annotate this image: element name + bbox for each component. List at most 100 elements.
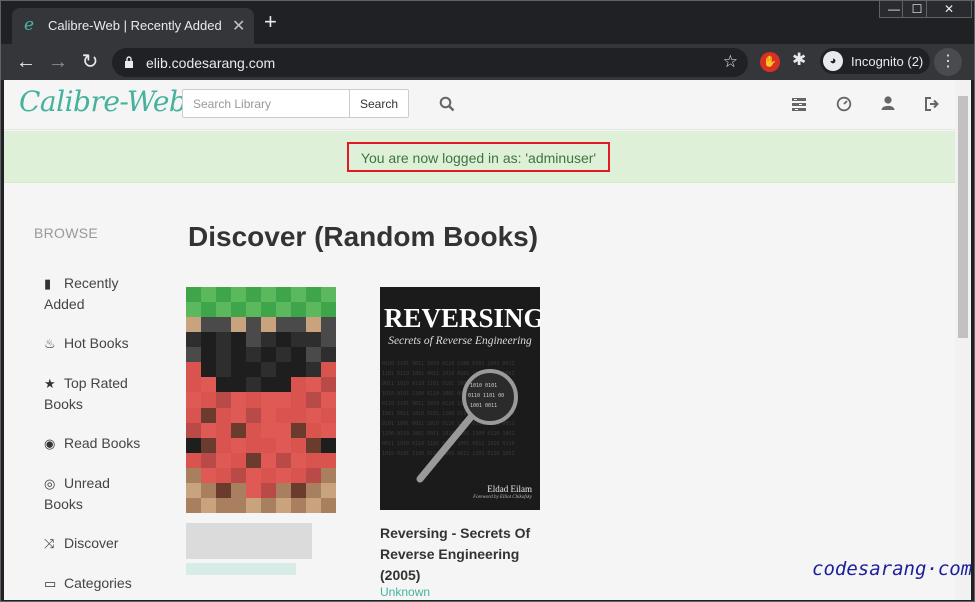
tasks-icon[interactable] bbox=[791, 96, 807, 112]
cover-pixel bbox=[201, 422, 216, 438]
svg-text:1100 0110 1001 0011 1010 0101: 1100 0110 1001 0011 1010 0101 1100 0110 … bbox=[382, 431, 514, 437]
cover-pixel bbox=[291, 362, 306, 378]
cover-pixel bbox=[291, 497, 306, 513]
cover-pixel bbox=[201, 332, 216, 348]
sidebar-item-categories[interactable]: ▭ Categories bbox=[44, 573, 164, 594]
bookmark-star-icon[interactable]: ☆ bbox=[723, 52, 738, 72]
cover-pixel bbox=[216, 437, 231, 453]
cover-pixel bbox=[231, 362, 246, 378]
cover-pixel bbox=[261, 362, 276, 378]
cover-pixel bbox=[261, 347, 276, 363]
user-icon[interactable] bbox=[880, 95, 896, 111]
sidebar-item-hot-books[interactable]: ♨ Hot Books bbox=[44, 333, 164, 354]
book-title[interactable]: Reversing - Secrets Of Reverse Engineeri… bbox=[380, 523, 550, 586]
reload-icon[interactable]: ↻ bbox=[78, 50, 102, 74]
scrollbar-thumb[interactable] bbox=[958, 96, 968, 338]
cover-pixel bbox=[291, 437, 306, 453]
cover-subtitle: Secrets of Reverse Engineering bbox=[388, 335, 532, 347]
page-viewport: Calibre-Web Search You are now logged in… bbox=[4, 80, 971, 600]
cover-pixel bbox=[261, 392, 276, 408]
sidebar-item-read-books[interactable]: ◉ Read Books bbox=[44, 433, 164, 454]
redacted-book-author bbox=[186, 563, 296, 575]
cover-pixel bbox=[231, 302, 246, 318]
eye-icon: ◉ bbox=[44, 436, 56, 451]
close-window-button[interactable]: ✕ bbox=[926, 0, 972, 18]
cover-pixel bbox=[246, 497, 261, 513]
cover-pixel bbox=[291, 377, 306, 393]
cover-pixel bbox=[321, 302, 336, 318]
cover-pixel bbox=[306, 467, 321, 483]
cover-pixel bbox=[306, 422, 321, 438]
cover-pixel bbox=[246, 287, 261, 303]
sidebar-item-top-rated[interactable]: ★ Top Rated Books bbox=[44, 373, 164, 414]
cover-pixel bbox=[261, 287, 276, 303]
search-input[interactable] bbox=[182, 89, 350, 118]
cover-pixel bbox=[276, 422, 291, 438]
cover-pixel bbox=[216, 392, 231, 408]
cover-pixel bbox=[246, 422, 261, 438]
cover-pixel bbox=[186, 437, 201, 453]
cover-pixel bbox=[186, 347, 201, 363]
url-text: elib.codesarang.com bbox=[146, 55, 276, 71]
cover-pixel bbox=[231, 452, 246, 468]
svg-text:1001 0011: 1001 0011 bbox=[470, 403, 497, 409]
redacted-book-title bbox=[186, 523, 312, 559]
incognito-indicator[interactable]: ◕ Incognito (2) bbox=[820, 48, 930, 74]
login-alert: You are now logged in as: 'adminuser' bbox=[4, 131, 955, 183]
back-arrow-icon[interactable]: ← bbox=[14, 50, 38, 74]
dashboard-icon[interactable] bbox=[836, 96, 852, 112]
cover-pixel bbox=[291, 332, 306, 348]
cover-pixel bbox=[246, 452, 261, 468]
cover-pixel bbox=[291, 347, 306, 363]
cover-pixel bbox=[246, 347, 261, 363]
svg-text:0110 1101 00: 0110 1101 00 bbox=[468, 393, 504, 399]
cover-pixel bbox=[261, 377, 276, 393]
cover-pixel bbox=[276, 407, 291, 423]
new-tab-button[interactable]: + bbox=[264, 11, 277, 33]
sidebar-item-recently-added[interactable]: ▮ Recently Added bbox=[44, 273, 164, 314]
cover-pixel bbox=[291, 317, 306, 333]
cover-pixel bbox=[276, 437, 291, 453]
cover-pixel bbox=[246, 362, 261, 378]
extension-stop-icon[interactable]: ✋ bbox=[760, 52, 780, 72]
cover-pixel bbox=[231, 482, 246, 498]
cover-pixel bbox=[291, 392, 306, 408]
cover-pixel bbox=[216, 287, 231, 303]
cover-pixel bbox=[276, 332, 291, 348]
brand-logo[interactable]: Calibre-Web bbox=[19, 85, 187, 118]
page-scrollbar[interactable] bbox=[955, 80, 971, 600]
sidebar-item-label: Books bbox=[44, 496, 83, 512]
inbox-icon: ▭ bbox=[44, 576, 57, 591]
cover-pixel bbox=[186, 287, 201, 303]
advanced-search-icon[interactable] bbox=[439, 96, 455, 112]
search-button[interactable]: Search bbox=[349, 89, 409, 118]
forward-arrow-icon[interactable]: → bbox=[46, 50, 70, 74]
cover-pixel bbox=[306, 377, 321, 393]
browser-menu-button[interactable]: ⋮ bbox=[934, 48, 962, 76]
book-title-line: Reverse Engineering bbox=[380, 546, 520, 562]
sidebar-item-discover[interactable]: ⤨ Discover bbox=[44, 533, 164, 554]
calibre-favicon-icon: e bbox=[24, 15, 35, 35]
cover-pixel bbox=[321, 392, 336, 408]
sidebar-item-label: Categories bbox=[64, 575, 132, 591]
cover-pixel bbox=[306, 302, 321, 318]
cover-pixel bbox=[276, 467, 291, 483]
cover-pixel bbox=[186, 407, 201, 423]
alert-message: You are now logged in as: 'adminuser' bbox=[360, 150, 597, 166]
sidebar-item-unread-books[interactable]: ◎ Unread Books bbox=[44, 473, 164, 514]
cover-pixel bbox=[261, 452, 276, 468]
sidebar-item-label: Hot Books bbox=[64, 335, 129, 351]
book-cover-image[interactable] bbox=[186, 287, 336, 513]
app-navbar: Calibre-Web Search bbox=[4, 80, 955, 130]
cover-pixel bbox=[276, 392, 291, 408]
cover-pixel bbox=[321, 407, 336, 423]
cover-pixel bbox=[276, 362, 291, 378]
logout-icon[interactable] bbox=[924, 96, 941, 112]
cover-pixel bbox=[186, 377, 201, 393]
tab-close-icon[interactable]: ✕ bbox=[232, 16, 245, 36]
address-bar[interactable]: elib.codesarang.com ☆ bbox=[112, 48, 748, 77]
browser-tab[interactable]: e Calibre-Web | Recently Added Bo ✕ bbox=[12, 8, 254, 44]
book-author-link[interactable]: Unknown bbox=[380, 585, 430, 599]
book-cover-image[interactable]: 0100 1101 0011 1010 0110 1100 0101 1001 … bbox=[380, 287, 540, 510]
extensions-puzzle-icon[interactable]: ✱ bbox=[792, 50, 806, 70]
